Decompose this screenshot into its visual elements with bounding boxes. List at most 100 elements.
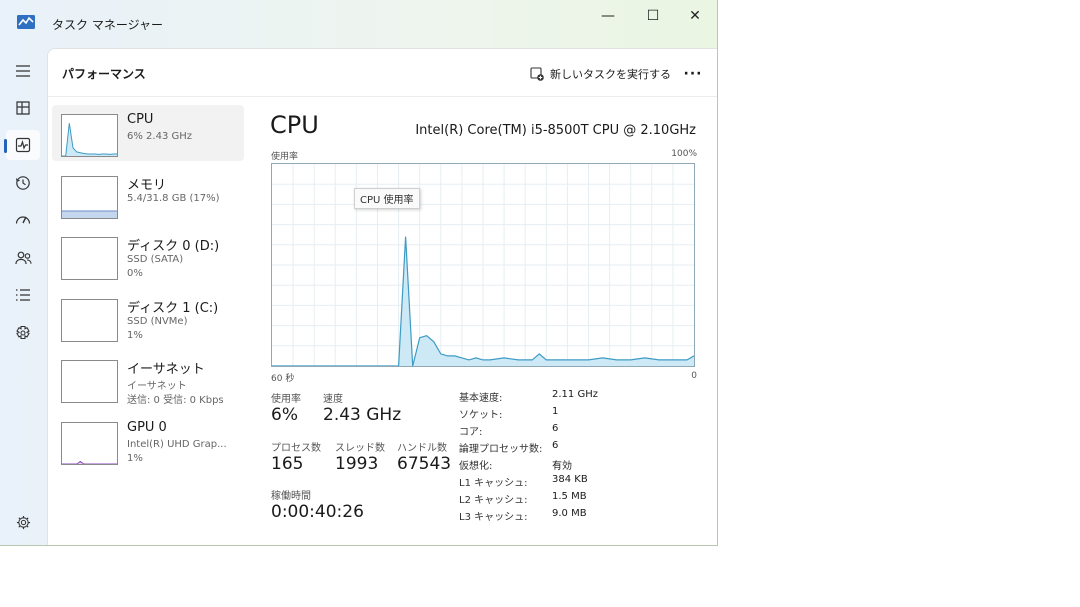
device-item[interactable]: GPU 0 Intel(R) UHD Grap... 1% [52,413,244,469]
spec-value: 6 [552,440,559,451]
stat-uptime-value: 0:00:40:26 [271,502,364,522]
spec-value: 6 [552,423,559,434]
graph-usage-label: 使用率 [271,152,299,162]
content-pane: パフォーマンス 新しいタスクを実行する ··· CPU 6% 2.43 GHz メモ… [47,48,717,545]
stat-threads-label: スレッド数 [335,443,385,454]
device-item[interactable]: ディスク 1 (C:) SSD (NVMe) 1% [52,290,244,346]
graph-axis-right-label: 0 [691,371,697,381]
device-item[interactable]: メモリ 5.4/31.8 GB (17%) [52,167,244,223]
device-item[interactable]: ディスク 0 (D:) SSD (SATA) 0% [52,228,244,284]
performance-icon [15,137,31,153]
spec-label: L2 キャッシュ: [459,495,528,506]
navigation-rail [0,48,47,545]
spec-label: L1 キャッシュ: [459,478,528,489]
stat-handles-value: 67543 [397,454,452,474]
hamburger-icon [16,65,30,77]
stat-processes-label: プロセス数 [271,443,321,454]
device-name: ディスク 0 (D:) [127,239,220,254]
nav-processes[interactable] [6,93,40,123]
device-name: GPU 0 [127,419,167,435]
app-history-icon [15,176,30,190]
cpu-usage-graph[interactable]: CPU 使用率 [271,163,695,367]
device-item[interactable]: CPU 6% 2.43 GHz [52,105,244,161]
device-name: イーサネット [127,362,205,377]
more-options-button[interactable]: ··· [680,63,706,85]
graph-tooltip: CPU 使用率 [354,188,420,209]
device-value: 送信: 0 受信: 0 Kbps [127,395,224,406]
graph-max-label: 100% [671,149,697,159]
device-thumbnail-svg [62,210,117,218]
stat-processes-value: 165 [271,454,304,474]
maximize-button[interactable]: ☐ [631,4,675,28]
users-icon [14,251,32,265]
thumbnail-area [62,210,117,218]
spec-value: 9.0 MB [552,508,587,519]
spec-label: ソケット: [459,410,503,421]
device-thumbnail-graph [61,360,118,403]
spec-value: 2.11 GHz [552,389,598,400]
nav-settings[interactable] [6,507,40,537]
close-button[interactable]: ✕ [673,4,717,28]
nav-performance[interactable] [4,130,40,160]
device-name: メモリ [127,177,167,193]
stat-speed-label: 速度 [323,394,343,405]
device-subtitle: 6% 2.43 GHz [127,131,193,142]
page-header: パフォーマンス 新しいタスクを実行する ··· [48,49,717,97]
maximize-icon: ☐ [646,8,660,24]
stat-usage-value: 6% [271,405,298,425]
details-icon [16,289,30,301]
processes-icon [16,101,30,115]
stat-usage-label: 使用率 [271,394,301,405]
device-value: 0% [127,268,143,279]
stat-speed-value: 2.43 GHz [323,405,402,425]
stat-uptime-label: 稼働時間 [271,491,311,502]
stat-handles-label: ハンドル数 [397,443,447,454]
spec-value: 有効 [552,461,572,472]
device-item[interactable]: イーサネット イーサネット 送信: 0 受信: 0 Kbps [52,351,244,407]
new-task-icon [530,67,544,81]
cpu-detail-panel: CPU Intel(R) Core(TM) i5-8500T CPU @ 2.1… [268,105,699,541]
nav-services[interactable] [6,318,40,348]
spec-label: 論理プロセッサ数: [459,444,543,455]
device-thumbnail-svg [62,123,117,156]
spec-label: 基本速度: [459,393,503,404]
spec-label: 仮想化: [459,461,493,472]
task-manager-window: タスク マネージャー — ☐ ✕ パフォーマンス 新しいタスクを実行する ···… [0,0,718,546]
device-thumbnail-graph [61,114,118,157]
nav-menu-button[interactable] [6,56,40,86]
device-subtitle: SSD (SATA) [127,254,184,265]
run-new-task-label: 新しいタスクを実行する [550,68,671,81]
graph-axis-left-label: 60 秒 [271,374,295,384]
settings-icon [16,515,30,529]
device-subtitle: 5.4/31.8 GB (17%) [127,192,220,204]
window-title: タスク マネージャー [52,18,163,32]
device-thumbnail-graph [61,298,118,342]
nav-details[interactable] [6,280,40,310]
spec-label: コア: [459,427,483,438]
close-icon: ✕ [689,8,701,24]
nav-startup[interactable] [6,205,40,235]
services-icon [16,325,30,340]
device-name: ディスク 1 (C:) [127,300,219,316]
device-subtitle: Intel(R) UHD Grap... [127,438,227,450]
thumbnail-line [62,460,117,464]
device-value: 1% [127,329,143,341]
spec-label: L3 キャッシュ: [459,512,528,523]
spec-value: 1 [552,406,559,417]
cpu-model-name: Intel(R) Core(TM) i5-8500T CPU @ 2.10GHz [415,123,696,138]
device-list: CPU 6% 2.43 GHz メモリ 5.4/31.8 GB (17%) ディスク 0… [52,105,244,474]
task-manager-app-icon [17,15,35,29]
page-title: パフォーマンス [62,67,146,81]
nav-users[interactable] [6,243,40,273]
minimize-button[interactable]: — [586,4,630,28]
cpu-heading: CPU [270,111,319,139]
nav-app-history[interactable] [6,168,40,198]
minimize-icon: — [601,8,615,24]
run-new-task-button[interactable]: 新しいタスクを実行する [530,63,671,85]
title-bar: タスク マネージャー — ☐ ✕ [0,0,717,48]
startup-icon [15,216,31,224]
device-thumbnail-graph [61,421,118,465]
stat-threads-value: 1993 [335,454,379,474]
device-name: CPU [127,112,154,127]
device-thumbnail-graph [61,175,118,219]
